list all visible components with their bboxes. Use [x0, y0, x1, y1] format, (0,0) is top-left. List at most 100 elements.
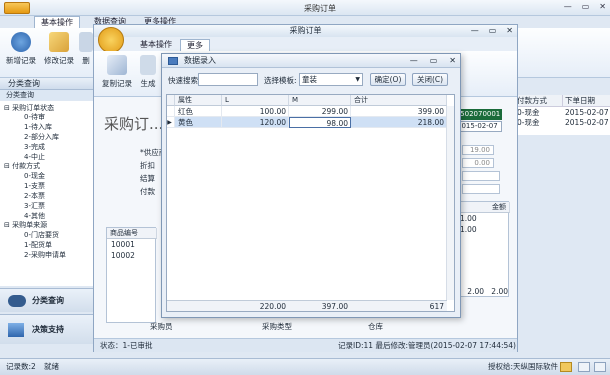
status-left: 状态：1-已审批 [100, 341, 153, 350]
tree-item[interactable]: 0-门店要货 [24, 231, 59, 239]
window-statusbar: 状态：1-已审批 记录ID:11 最后修改:管理员(2015-02-07 17:… [94, 338, 517, 352]
col-header-m[interactable]: M [289, 95, 351, 106]
amount-field-1[interactable]: 19.00 [462, 145, 494, 155]
maximize-icon[interactable]: ▭ [430, 56, 438, 65]
tree-item[interactable]: 4-其他 [24, 212, 45, 220]
chevron-down-icon[interactable]: ▼ [355, 74, 360, 85]
tree-item[interactable]: 0-待审 [24, 113, 45, 121]
tree-item[interactable]: 1-待入库 [24, 123, 52, 131]
nav-category-query-button[interactable]: 分类查询 [0, 288, 96, 312]
view-icon[interactable] [578, 362, 590, 372]
decision-icon [8, 323, 24, 337]
table-cell[interactable]: 10001 [111, 239, 155, 250]
vertical-scrollbar[interactable] [446, 106, 454, 300]
minimize-icon[interactable]: — [564, 2, 572, 11]
buyer-label: 采购员 [150, 322, 173, 331]
delete-record-button[interactable]: 删 [78, 32, 94, 66]
tree-item[interactable]: 3-汇票 [24, 202, 45, 210]
status-right: 记录ID:11 最后修改:管理员(2015-02-07 17:44:54) [338, 341, 516, 350]
table-cell[interactable]: 2015-02-07 [565, 118, 609, 128]
tree-item[interactable]: 0-现金 [24, 172, 45, 180]
tree-item[interactable]: ⊟ 采购单来源 [4, 221, 47, 229]
tree-item[interactable]: 3-完成 [24, 143, 45, 151]
app-menu-button[interactable] [4, 2, 30, 14]
table-cell-editing[interactable]: 98.00 [289, 117, 351, 128]
add-icon [11, 32, 31, 52]
minimize-icon[interactable]: — [471, 26, 479, 35]
copy-record-button[interactable]: 复制记录 [100, 55, 134, 89]
table-cell[interactable]: 100.00 [222, 106, 289, 117]
view-alt-icon[interactable] [594, 362, 606, 372]
order-items-grid: 商品编号 10001 10002 [106, 227, 157, 323]
binoculars-icon [8, 295, 26, 307]
tree-item[interactable]: ⊟ 采购订单状态 [4, 104, 54, 112]
footer-grand-total: 617 [351, 300, 447, 311]
table-cell[interactable]: 红色 [175, 106, 222, 117]
nav-decision-support-button[interactable]: 决策支持 [0, 314, 96, 344]
payment-label: 付款 [140, 187, 155, 196]
tab-basic-ops[interactable]: 基本操作 [134, 39, 178, 51]
row-indicator-header [167, 95, 175, 106]
ready-status: 就绪 [44, 362, 59, 371]
close-icon[interactable]: ✕ [449, 56, 456, 65]
order-number: 1502070001 [454, 109, 502, 120]
table-cell[interactable]: 120.00 [222, 117, 289, 128]
settlement-label: 结算 [140, 174, 155, 183]
minimize-icon[interactable]: — [410, 56, 418, 65]
category-tree: ⊟ 采购订单状态 0-待审 1-待入库 2-部分入库 3-完成 4-中止 ⊟ 付… [0, 101, 96, 286]
col-header[interactable]: 付款方式 [515, 95, 562, 107]
app-titlebar: 采购订单 — ▭ ✕ [0, 0, 610, 16]
table-cell[interactable]: 1.00 [460, 213, 478, 224]
tab-basic-ops[interactable]: 基本操作 [34, 16, 80, 28]
table-cell: 218.00 [351, 117, 447, 128]
maximize-icon[interactable]: ▭ [582, 2, 590, 11]
order-date-field[interactable]: 2015-02-07 [454, 121, 502, 132]
table-cell[interactable]: 0-现金 [517, 108, 539, 118]
table-cell[interactable]: 0-现金 [517, 118, 539, 128]
close-icon[interactable]: ✕ [506, 26, 513, 35]
col-header[interactable]: 下单日期 [562, 95, 610, 107]
maximize-icon[interactable]: ▭ [489, 26, 497, 35]
close-icon[interactable]: ✕ [599, 2, 606, 11]
generate-button[interactable]: 生成 [136, 55, 160, 89]
add-record-button[interactable]: 新增记录 [4, 32, 38, 66]
tree-item[interactable]: 2-本票 [24, 192, 45, 200]
settlement-select[interactable] [462, 171, 500, 181]
payment-select[interactable] [462, 184, 500, 194]
tree-item[interactable]: 1-支票 [24, 182, 45, 190]
license-text: 授权给:天纵国际软件 [488, 362, 559, 371]
edit-record-button[interactable]: 修改记录 [42, 32, 76, 66]
table-cell[interactable]: 10002 [111, 250, 155, 261]
col-header[interactable]: 金额 [460, 202, 510, 213]
table-cell[interactable]: 1.00 [460, 224, 478, 235]
table-cell[interactable]: 黄色 [175, 117, 222, 128]
dialog-icon [168, 57, 178, 65]
tree-item[interactable]: 2-部分入库 [24, 133, 59, 141]
tree-item[interactable]: 2-采购申请单 [24, 251, 66, 259]
quick-search-input[interactable] [198, 73, 258, 86]
col-header-attr[interactable]: 属性 [175, 95, 222, 106]
col-header[interactable]: 商品编号 [107, 228, 157, 239]
tree-item[interactable]: 1-配货单 [24, 241, 52, 249]
template-label: 选择模板: [264, 76, 297, 85]
layout-icon[interactable] [560, 362, 572, 372]
copy-icon [107, 55, 127, 75]
row-indicator [167, 106, 175, 117]
tree-item[interactable]: ⊟ 付款方式 [4, 162, 40, 170]
nav-header: 分类查询 [0, 78, 96, 90]
window-controls: — ▭ ✕ [471, 26, 513, 35]
amount-column: 金额 1.00 1.00 2.00 2.00 [459, 201, 510, 297]
table-cell[interactable]: 2015-02-07 [565, 108, 609, 118]
footer-total-m: 397.00 [289, 300, 351, 311]
tab-more[interactable]: 更多 [180, 39, 210, 51]
ok-button[interactable]: 确定(O) [370, 73, 406, 86]
close-button[interactable]: 关闭(C) [412, 73, 448, 86]
generate-icon [140, 55, 156, 75]
amount-field-2[interactable]: 0.00 [462, 158, 494, 168]
col-header-l[interactable]: L [222, 95, 289, 106]
template-select[interactable]: 童装 ▼ [299, 73, 363, 86]
table-cell[interactable]: 299.00 [289, 106, 351, 117]
delete-icon [79, 32, 93, 52]
col-header-total[interactable]: 合计 [351, 95, 447, 106]
tree-item[interactable]: 4-中止 [24, 153, 45, 161]
